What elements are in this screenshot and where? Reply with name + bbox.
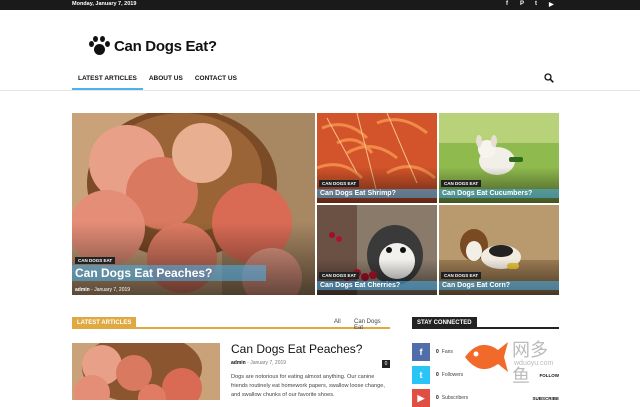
facebook-label: Fans (441, 349, 453, 355)
tile-cucumbers-category[interactable]: CAN DOGS EAT (441, 180, 482, 187)
filter-can-dogs-eat[interactable]: Can Dogs Eat (354, 319, 390, 331)
watermark-url: wduoyu.com (514, 360, 554, 367)
tile-shrimp-title[interactable]: Can Dogs Eat Shrimp? (317, 189, 437, 198)
twitter-count: 0 (436, 372, 439, 378)
youtube-label: Subscribers (441, 395, 469, 401)
fish-logo-icon (465, 342, 508, 372)
facebook-count: 0 (436, 349, 439, 355)
article-peaches-image (72, 343, 220, 400)
article-excerpt: Dogs are notorious for eating almost any… (231, 374, 385, 398)
article-date: January 7, 2019 (250, 360, 287, 366)
stay-connected-header: STAY CONNECTED (412, 317, 559, 329)
youtube-icon[interactable]: ▶ (549, 1, 554, 8)
filter-all[interactable]: All (334, 319, 341, 325)
featured-main[interactable]: CAN DOGS EAT Can Dogs Eat Peaches? admin… (72, 113, 315, 295)
nav-contact-us[interactable]: CONTACT US (189, 70, 243, 90)
top-date: Monday, January 7, 2019 (72, 1, 137, 7)
featured-grid: CAN DOGS EAT Can Dogs Eat Peaches? admin… (72, 113, 559, 295)
search-icon[interactable] (544, 73, 554, 83)
featured-main-category[interactable]: CAN DOGS EAT (75, 257, 116, 264)
article-meta: admin - January 7, 2019 (231, 360, 287, 366)
tile-corn-title[interactable]: Can Dogs Eat Corn? (439, 281, 559, 290)
latest-articles-label: LATEST ARTICLES (72, 317, 137, 329)
youtube-count: 0 (436, 395, 439, 401)
featured-main-author[interactable]: admin (75, 287, 90, 293)
featured-tile-cucumbers[interactable]: CAN DOGS EAT Can Dogs Eat Cucumbers? (439, 113, 559, 203)
article-thumbnail[interactable] (72, 343, 220, 400)
paw-icon (88, 36, 110, 56)
tile-shrimp-category[interactable]: CAN DOGS EAT (319, 180, 360, 187)
nav-about-us[interactable]: ABOUT US (143, 70, 189, 90)
nav-latest-articles[interactable]: LATEST ARTICLES (72, 70, 143, 90)
article-author[interactable]: admin (231, 360, 246, 366)
article-title[interactable]: Can Dogs Eat Peaches? (231, 342, 362, 356)
tile-corn-category[interactable]: CAN DOGS EAT (441, 272, 482, 279)
watermark: 网多鱼 wduoyu.com (460, 330, 565, 386)
stay-connected-label: STAY CONNECTED (412, 317, 477, 329)
twitter-icon[interactable]: t (535, 1, 537, 7)
top-bar: Monday, January 7, 2019 f P t ▶ (0, 0, 640, 10)
facebook-icon[interactable]: f (506, 1, 508, 7)
featured-main-date: January 7, 2019 (94, 287, 131, 293)
featured-tile-cherries[interactable]: CAN DOGS EAT Can Dogs Eat Cherries? (317, 205, 437, 295)
facebook-icon[interactable]: f (412, 343, 430, 361)
comment-count[interactable]: 0 (382, 360, 390, 368)
featured-main-meta: admin - January 7, 2019 (75, 287, 131, 293)
site-title: Can Dogs Eat? (114, 37, 217, 55)
featured-main-title[interactable]: Can Dogs Eat Peaches? (72, 265, 266, 281)
tile-cherries-title[interactable]: Can Dogs Eat Cherries? (317, 281, 437, 290)
main-nav: LATEST ARTICLES ABOUT US CONTACT US (72, 70, 243, 90)
tile-cherries-category[interactable]: CAN DOGS EAT (319, 272, 360, 279)
tile-cucumbers-title[interactable]: Can Dogs Eat Cucumbers? (439, 189, 559, 198)
site-logo[interactable]: Can Dogs Eat? (88, 36, 217, 56)
youtube-icon[interactable]: ▶ (412, 389, 430, 407)
pinterest-icon[interactable]: P (520, 1, 524, 7)
nav-divider (0, 90, 640, 91)
social-row-youtube[interactable]: ▶ 0 Subscribers SUBSCRIBE (412, 389, 559, 407)
latest-articles-header: LATEST ARTICLES All Can Dogs Eat (72, 317, 390, 331)
featured-tile-corn[interactable]: CAN DOGS EAT Can Dogs Eat Corn? (439, 205, 559, 295)
twitter-icon[interactable]: t (412, 366, 430, 384)
featured-tile-shrimp[interactable]: CAN DOGS EAT Can Dogs Eat Shrimp? (317, 113, 437, 203)
